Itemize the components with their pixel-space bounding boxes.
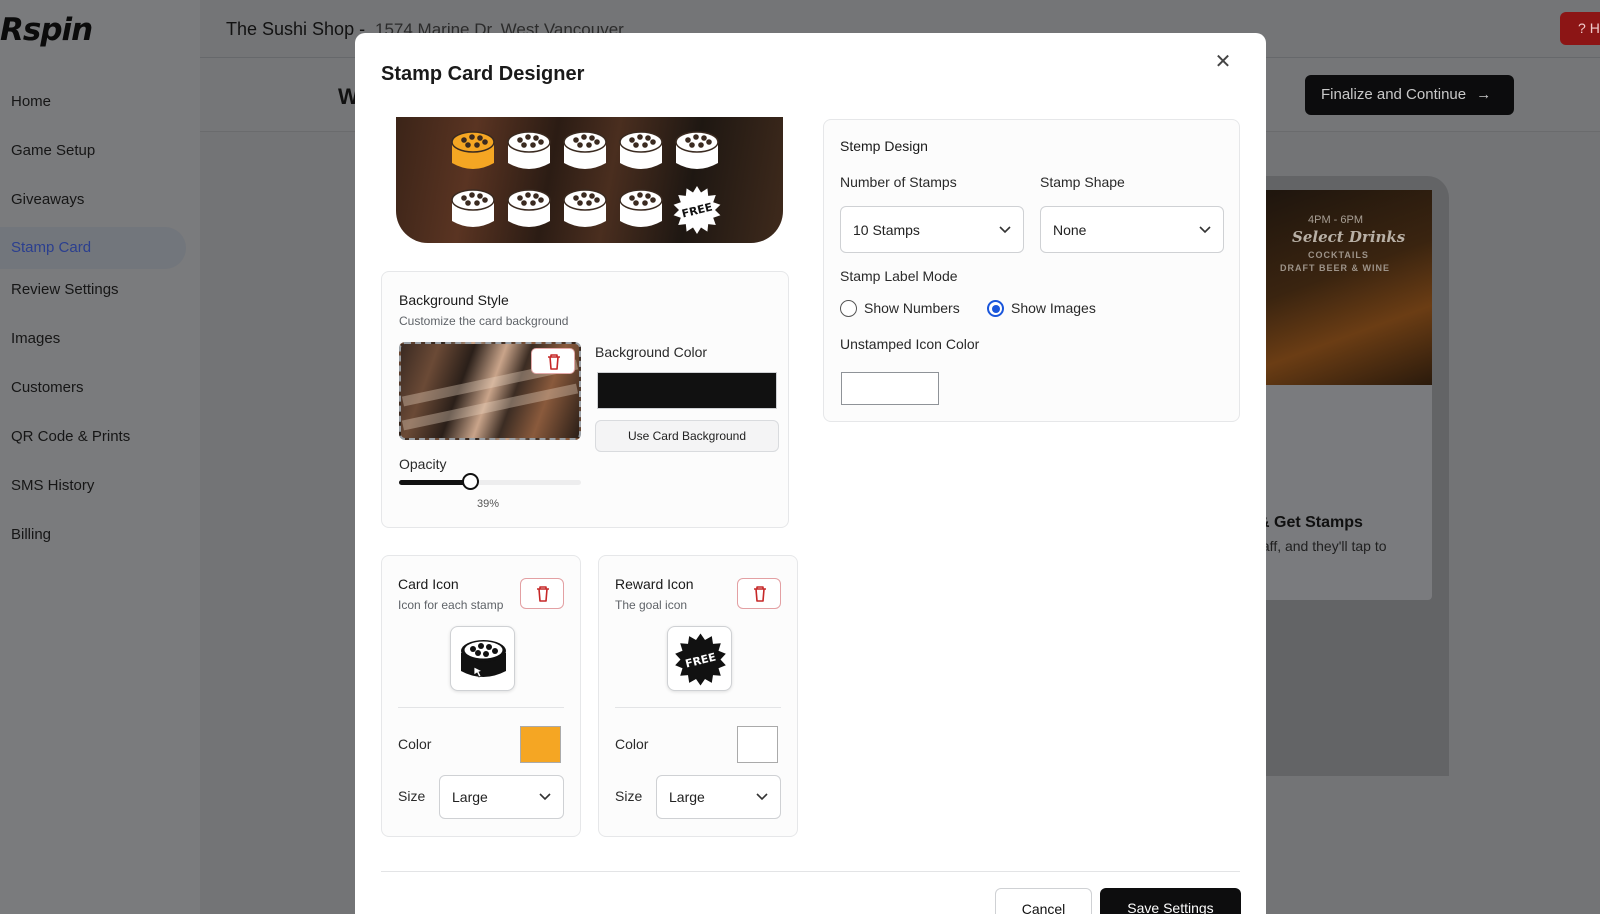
promo-time: 4PM - 6PM [1308,214,1364,226]
unstamped-icon-color-label: Unstamped Icon Color [840,336,980,352]
card-icon-size-label: Size [398,788,426,804]
sidebar-item-customers[interactable]: Customers [0,374,190,423]
background-color-swatch[interactable] [597,372,777,409]
reward-icon-title: Reward Icon [615,576,694,592]
preview-heading: & Get Stamps [1258,514,1363,531]
background-style-panel: Background Style Customize the card back… [381,271,789,528]
preview-text: taff, and they'll tap to [1258,538,1387,554]
sidebar-item-qr-code[interactable]: QR Code & Prints [0,423,190,472]
reward-stamp: FREE [672,185,722,234]
show-numbers-label[interactable]: Show Numbers [864,300,960,316]
promo-title: Select Drinks [1292,228,1406,246]
show-numbers-radio[interactable] [840,300,857,317]
stamp-shape-label: Stamp Shape [1040,174,1125,190]
sidebar-item-images[interactable]: Images [0,325,190,374]
close-icon[interactable]: ✕ [1212,51,1234,73]
stamp-card-preview: FREE [396,117,783,243]
number-of-stamps-select[interactable]: 10 Stamps [840,206,1024,253]
use-card-background-button[interactable]: Use Card Background [595,420,779,452]
reward-icon-preview[interactable]: FREE [667,626,732,691]
stamp-label-mode-label: Stamp Label Mode [840,268,958,284]
card-icon-color-swatch[interactable] [520,726,561,763]
background-image-thumbnail[interactable] [399,342,581,440]
reward-icon-size-label: Size [615,788,643,804]
card-icon-color-label: Color [398,736,432,752]
sidebar-nav: Home Game Setup Giveaways Stamp Card Rev… [0,88,190,570]
stamp-slot [672,127,722,173]
stamp-slot [504,185,554,231]
reward-icon-panel: Reward Icon The goal icon FREE Color Siz… [598,555,798,837]
logo[interactable]: Rspin [0,12,93,48]
show-images-radio[interactable] [987,300,1004,317]
card-icon-preview[interactable] [450,626,515,691]
reward-icon-subtitle: The goal icon [615,598,688,612]
show-images-label[interactable]: Show Images [1011,300,1096,316]
modal-title: Stamp Card Designer [381,63,585,85]
sidebar-item-review-settings[interactable]: Review Settings [0,276,190,325]
background-style-title: Background Style [399,292,509,308]
sidebar: Rspin Home Game Setup Giveaways Stamp Ca… [0,0,200,914]
finalize-button[interactable]: Finalize and Continue → [1305,75,1514,115]
save-settings-button[interactable]: Save Settings [1100,888,1241,914]
help-button[interactable]: ? H [1560,12,1600,45]
shop-title: The Sushi Shop - [226,19,366,39]
reward-icon-size-select[interactable]: Large [656,775,781,819]
stamp-slot [616,185,666,231]
sidebar-item-sms-history[interactable]: SMS History [0,472,190,521]
opacity-value: 39% [477,498,500,510]
chevron-down-icon [756,793,768,801]
stamp-slot [560,185,610,231]
stamp-slot [504,127,554,173]
promo-line1: COCKTAILS [1308,250,1369,260]
sushi-roll-icon [461,640,506,678]
sidebar-item-home[interactable]: Home [0,88,190,137]
delete-background-button[interactable] [531,348,575,374]
card-icon-subtitle: Icon for each stamp [398,598,504,612]
reward-icon-color-swatch[interactable] [737,726,778,763]
preview-card: 4PM - 6PM Select Drinks COCKTAILS DRAFT … [1240,190,1432,600]
unstamped-icon-color-swatch[interactable] [841,372,939,405]
trash-icon [537,586,549,602]
divider [398,707,564,708]
card-icon-size-select[interactable]: Large [439,775,564,819]
stamp-design-panel: Stemp Design Number of Stamps Stamp Shap… [823,119,1240,422]
delete-card-icon-button[interactable] [520,578,564,609]
opacity-slider-fill [399,480,470,485]
stamp-slot [448,127,498,173]
chevron-down-icon [1199,225,1211,233]
opacity-slider-handle[interactable] [461,473,479,490]
reward-icon-color-label: Color [615,736,649,752]
delete-reward-icon-button[interactable] [737,578,781,609]
sidebar-item-billing[interactable]: Billing [0,521,190,570]
opacity-slider[interactable] [399,473,581,490]
stamp-shape-select[interactable]: None [1040,206,1224,253]
promo-line2: DRAFT BEER & WINE [1280,263,1390,273]
number-of-stamps-label: Number of Stamps [840,174,957,190]
stamp-slot [560,127,610,173]
arrow-right-icon: → [1476,86,1492,103]
divider [615,707,781,708]
footer-divider [381,871,1240,872]
sidebar-item-game-setup[interactable]: Game Setup [0,137,190,186]
chevron-down-icon [999,225,1011,233]
cancel-button[interactable]: Cancel [995,888,1092,914]
sidebar-item-stamp-card[interactable]: Stamp Card [0,227,186,269]
free-badge-icon: FREE [675,633,726,686]
background-color-label: Background Color [595,344,708,360]
trash-icon [754,586,766,602]
help-icon: ? [1578,20,1586,36]
stamp-design-title: Stemp Design [840,138,928,154]
chevron-down-icon [539,793,551,801]
stamp-card-designer-modal: Stamp Card Designer ✕ FREE Background St… [355,33,1266,914]
card-icon-panel: Card Icon Icon for each stamp Color Size… [381,555,581,837]
stamp-slot [448,185,498,231]
card-icon-title: Card Icon [398,576,459,592]
promo-image: 4PM - 6PM Select Drinks COCKTAILS DRAFT … [1240,190,1432,385]
stamp-slot [616,127,666,173]
trash-icon [548,354,560,370]
background-style-subtitle: Customize the card background [399,314,569,328]
opacity-label: Opacity [399,456,447,472]
